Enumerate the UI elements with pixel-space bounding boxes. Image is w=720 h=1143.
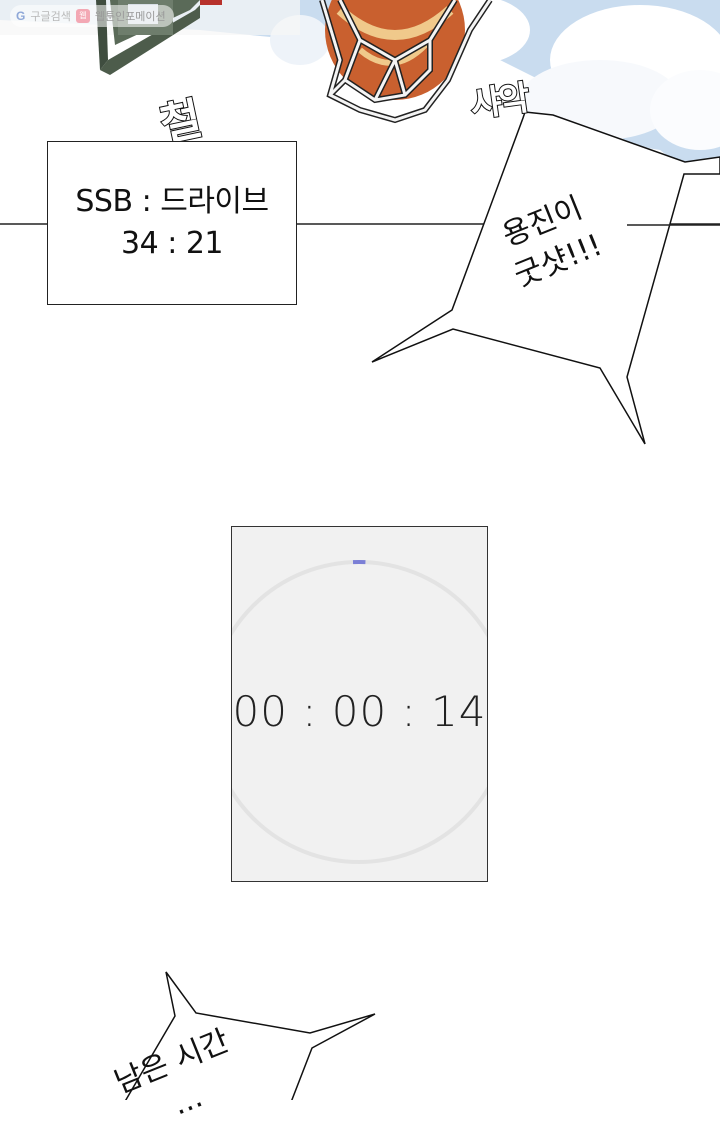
scoreboard-teams: SSB : 드라이브 bbox=[75, 181, 268, 223]
watermark-site-name: 웹툰인포메이션 bbox=[95, 8, 166, 24]
watermark: G 구글검색 웹 웹툰인포메이션 bbox=[10, 5, 174, 27]
watermark-search-label: 구글검색 bbox=[30, 8, 70, 24]
scoreboard-caption: SSB : 드라이브 34 : 21 bbox=[47, 141, 297, 305]
sound-effect-right: 샤악 bbox=[467, 70, 530, 126]
timer-card: 00 : 00 : 14 bbox=[231, 526, 488, 882]
site-badge-icon: 웹 bbox=[76, 9, 90, 23]
scoreboard-score: 34 : 21 bbox=[121, 223, 223, 265]
google-icon: G bbox=[16, 9, 25, 23]
timer-display: 00 : 00 : 14 bbox=[232, 687, 487, 736]
